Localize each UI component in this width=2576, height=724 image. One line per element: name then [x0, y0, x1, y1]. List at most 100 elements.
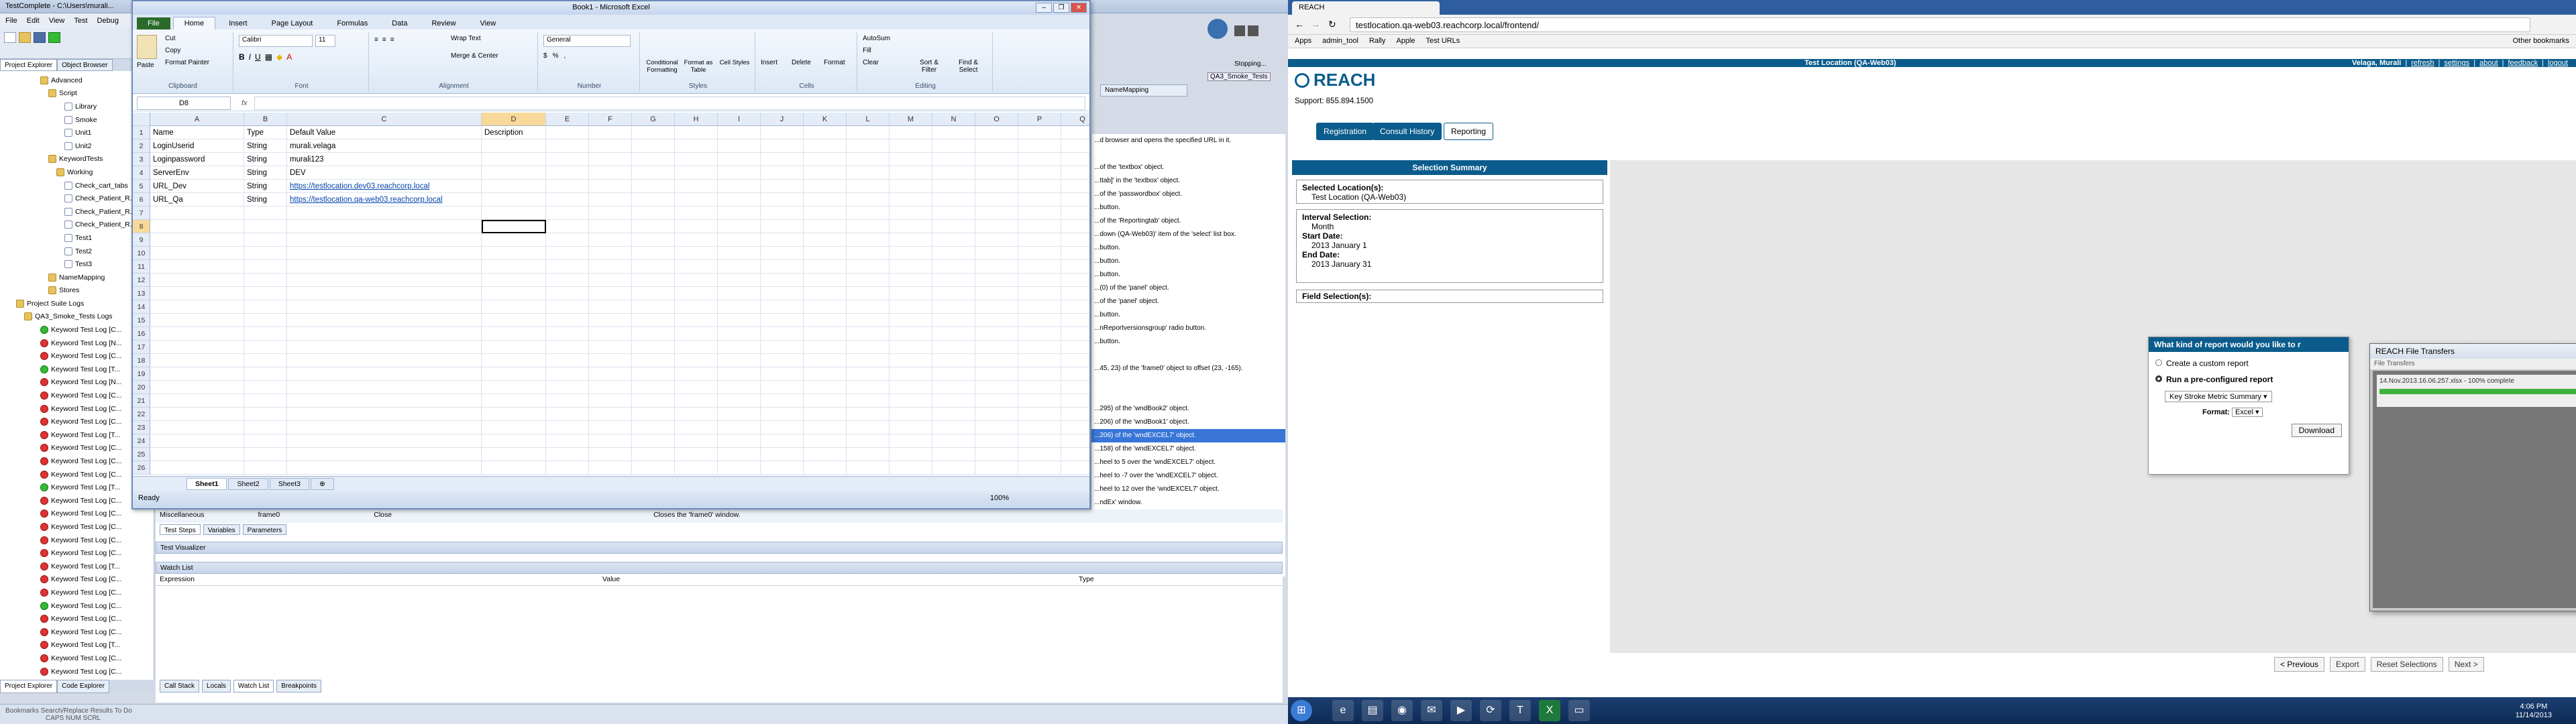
font-color-icon[interactable]: A	[286, 52, 292, 62]
explorer-icon[interactable]: ▤	[1362, 700, 1383, 721]
column-header[interactable]: B	[244, 113, 287, 126]
active-cell[interactable]	[482, 220, 546, 233]
log-row[interactable]: ...button.	[1091, 308, 1285, 322]
row-header[interactable]: 22	[133, 408, 150, 421]
column-header[interactable]: O	[975, 113, 1018, 126]
log-row[interactable]: ...d browser and opens the specified URL…	[1091, 134, 1285, 147]
column-header[interactable]: K	[804, 113, 847, 126]
preconfigured-report-radio[interactable]	[2155, 375, 2162, 382]
tab-project-explorer[interactable]: Project Explorer	[0, 59, 58, 71]
tab-namemapping[interactable]: NameMapping	[1100, 84, 1187, 97]
bookmark-rally[interactable]: Rally	[1369, 37, 1385, 46]
column-header[interactable]: G	[632, 113, 675, 126]
link-logout[interactable]: logout	[2548, 59, 2568, 67]
row-header[interactable]: 9	[133, 233, 150, 247]
pause-icon[interactable]	[1234, 25, 1245, 36]
tab-call-stack[interactable]: Call Stack	[160, 680, 200, 692]
cell[interactable]: ServerEnv	[150, 166, 244, 180]
tree-item[interactable]: Keyword Test Log [N...	[0, 337, 154, 350]
link-settings[interactable]: settings	[2444, 59, 2469, 67]
cell[interactable]: String	[244, 139, 287, 153]
tab-home[interactable]: Home	[172, 17, 216, 29]
tree-item[interactable]: Keyword Test Log [C...	[0, 625, 154, 639]
row-header[interactable]: 3	[133, 153, 150, 166]
bookmark-apple[interactable]: Apple	[1396, 37, 1415, 46]
tree-item[interactable]: Test1	[0, 231, 154, 245]
cell[interactable]	[482, 166, 546, 180]
column-header[interactable]: N	[932, 113, 975, 126]
tree-item[interactable]: Keyword Test Log [C...	[0, 612, 154, 625]
tab-watch-list[interactable]: Watch List	[233, 680, 274, 692]
tab-view[interactable]: View	[470, 17, 507, 29]
row-header[interactable]: 15	[133, 314, 150, 327]
tree-item[interactable]: Keyword Test Log [C...	[0, 442, 154, 455]
tree-item[interactable]: Keyword Test Log [T...	[0, 428, 154, 442]
row-header[interactable]: 11	[133, 260, 150, 274]
cell[interactable]: Default Value	[287, 126, 482, 139]
tree-item[interactable]: Stores	[0, 284, 154, 298]
tree-item[interactable]: Script	[0, 87, 154, 101]
fill-color-icon[interactable]: ◆	[276, 52, 282, 62]
row-header[interactable]: 4	[133, 166, 150, 180]
log-row[interactable]: ...button.	[1091, 201, 1285, 215]
log-row[interactable]: ...button.	[1091, 335, 1285, 349]
media-icon[interactable]: ▶	[1450, 700, 1472, 721]
percent-icon[interactable]: %	[553, 52, 559, 60]
tree-item[interactable]: Keyword Test Log [T...	[0, 363, 154, 376]
column-header[interactable]: J	[761, 113, 804, 126]
cell[interactable]: https://testlocation.dev03.reachcorp.loc…	[287, 180, 482, 193]
font-size-select[interactable]: 11	[315, 35, 335, 47]
column-header[interactable]: A	[150, 113, 244, 126]
format-as-table-button[interactable]: Format as Table	[682, 59, 715, 74]
link-feedback[interactable]: feedback	[2508, 59, 2538, 67]
column-header[interactable]: C	[287, 113, 482, 126]
tab-formulas[interactable]: Formulas	[326, 17, 378, 29]
format-cells-button[interactable]: Format	[824, 59, 845, 66]
tree-item[interactable]: KeywordTests	[0, 153, 154, 166]
cell[interactable]: https://testlocation.qa-web03.reachcorp.…	[287, 193, 482, 206]
tree-item[interactable]: Check_cart_tabs	[0, 179, 154, 192]
cell[interactable]: LoginUserid	[150, 139, 244, 153]
formula-input[interactable]	[254, 96, 1085, 110]
row-header[interactable]: 24	[133, 434, 150, 448]
bookmark-admin-tool[interactable]: admin_tool	[1322, 37, 1358, 46]
row-header[interactable]: 13	[133, 287, 150, 300]
cell[interactable]: String	[244, 193, 287, 206]
reset-selections-button[interactable]: Reset Selections	[2370, 657, 2443, 672]
log-row[interactable]: ...of the 'Reportingtab' object.	[1091, 215, 1285, 228]
tab-object-browser[interactable]: Object Browser	[57, 59, 113, 71]
tree-item[interactable]: Keyword Test Log [C...	[0, 534, 154, 547]
tree-item[interactable]: Unit1	[0, 126, 154, 139]
tab-page-layout[interactable]: Page Layout	[261, 17, 324, 29]
log-row[interactable]: ...295) of the 'wndBook2' object.	[1091, 402, 1285, 416]
file-transfers-menu[interactable]: File Transfers	[2370, 359, 2576, 369]
tree-item[interactable]: Project Suite Logs	[0, 297, 154, 310]
row-header[interactable]: 21	[133, 394, 150, 408]
run-icon[interactable]	[48, 32, 60, 43]
tree-item[interactable]: Check_Patient_R...	[0, 192, 154, 205]
log-row[interactable]: ...button.	[1091, 241, 1285, 255]
export-button[interactable]: Export	[2330, 657, 2365, 672]
row-header[interactable]: 6	[133, 193, 150, 206]
tree-item[interactable]: Keyword Test Log [N...	[0, 376, 154, 389]
log-row[interactable]: ...158) of the 'wndEXCEL7' object.	[1091, 442, 1285, 456]
log-row[interactable]	[1091, 349, 1285, 362]
other-bookmarks[interactable]: Other bookmarks	[2513, 37, 2569, 46]
cell[interactable]	[482, 139, 546, 153]
column-header[interactable]: Q	[1061, 113, 1089, 126]
bookmark-test-urls[interactable]: Test URLs	[1426, 37, 1460, 46]
tree-item[interactable]: Keyword Test Log [C...	[0, 402, 154, 416]
log-row[interactable]: ...heel to 12 over the 'wndEXCEL7' objec…	[1091, 483, 1285, 496]
log-row[interactable]: ...of the 'textbox' object.	[1091, 161, 1285, 174]
log-row[interactable]: ...button.	[1091, 255, 1285, 268]
custom-report-radio[interactable]	[2155, 359, 2162, 366]
format-painter-button[interactable]: Format Painter	[165, 59, 209, 66]
cell[interactable]: Description	[482, 126, 546, 139]
cell[interactable]: DEV	[287, 166, 482, 180]
insert-sheet-icon[interactable]: ⊕	[311, 477, 334, 490]
wrap-text-button[interactable]: Wrap Text	[451, 35, 481, 42]
tree-item[interactable]: Keyword Test Log [C...	[0, 665, 154, 678]
row-header[interactable]: 14	[133, 300, 150, 314]
back-icon[interactable]: ←	[1295, 19, 1304, 29]
cell[interactable]: murali.velaga	[287, 139, 482, 153]
